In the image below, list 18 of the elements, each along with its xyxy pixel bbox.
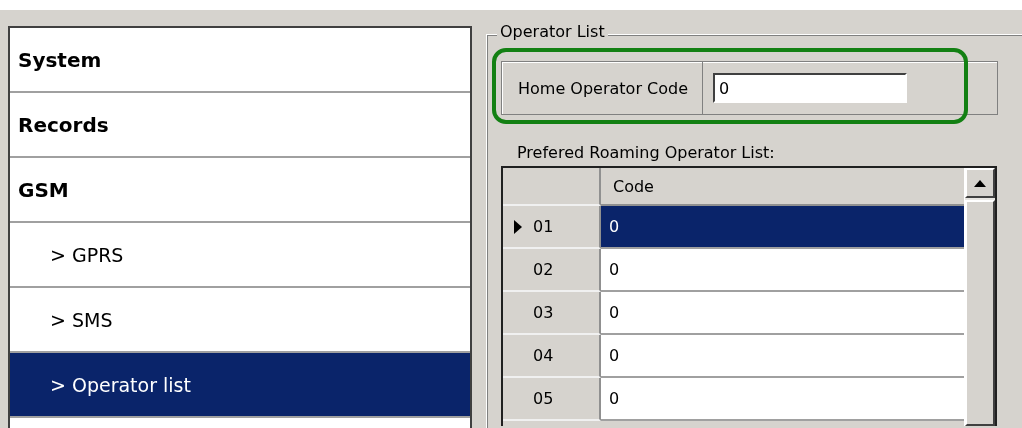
group-title: Operator List [497, 22, 608, 41]
table-cell[interactable]: 0 [601, 335, 964, 378]
list-label: Prefered Roaming Operator List: [517, 143, 775, 162]
navigation-item[interactable]: System [10, 28, 470, 93]
field-label: Home Operator Code [502, 62, 703, 114]
table-cell[interactable]: 0 [601, 206, 964, 249]
scroll-up-button[interactable] [965, 168, 995, 198]
table-cell[interactable]: 0 [601, 378, 964, 421]
current-row-icon [513, 219, 523, 234]
navigation-item[interactable]: Records [10, 93, 470, 158]
navigation-item[interactable]: > Operator list [10, 353, 470, 418]
up-arrow-icon [974, 179, 986, 187]
navigation-item[interactable]: GSM [10, 158, 470, 223]
navigation-item[interactable]: > GPRS [10, 223, 470, 288]
table-cell[interactable]: 0 [601, 292, 964, 335]
scrollbar[interactable] [964, 168, 995, 426]
table-cell[interactable]: 0 [601, 249, 964, 292]
home-operator-code-field[interactable]: 0 [713, 73, 907, 103]
